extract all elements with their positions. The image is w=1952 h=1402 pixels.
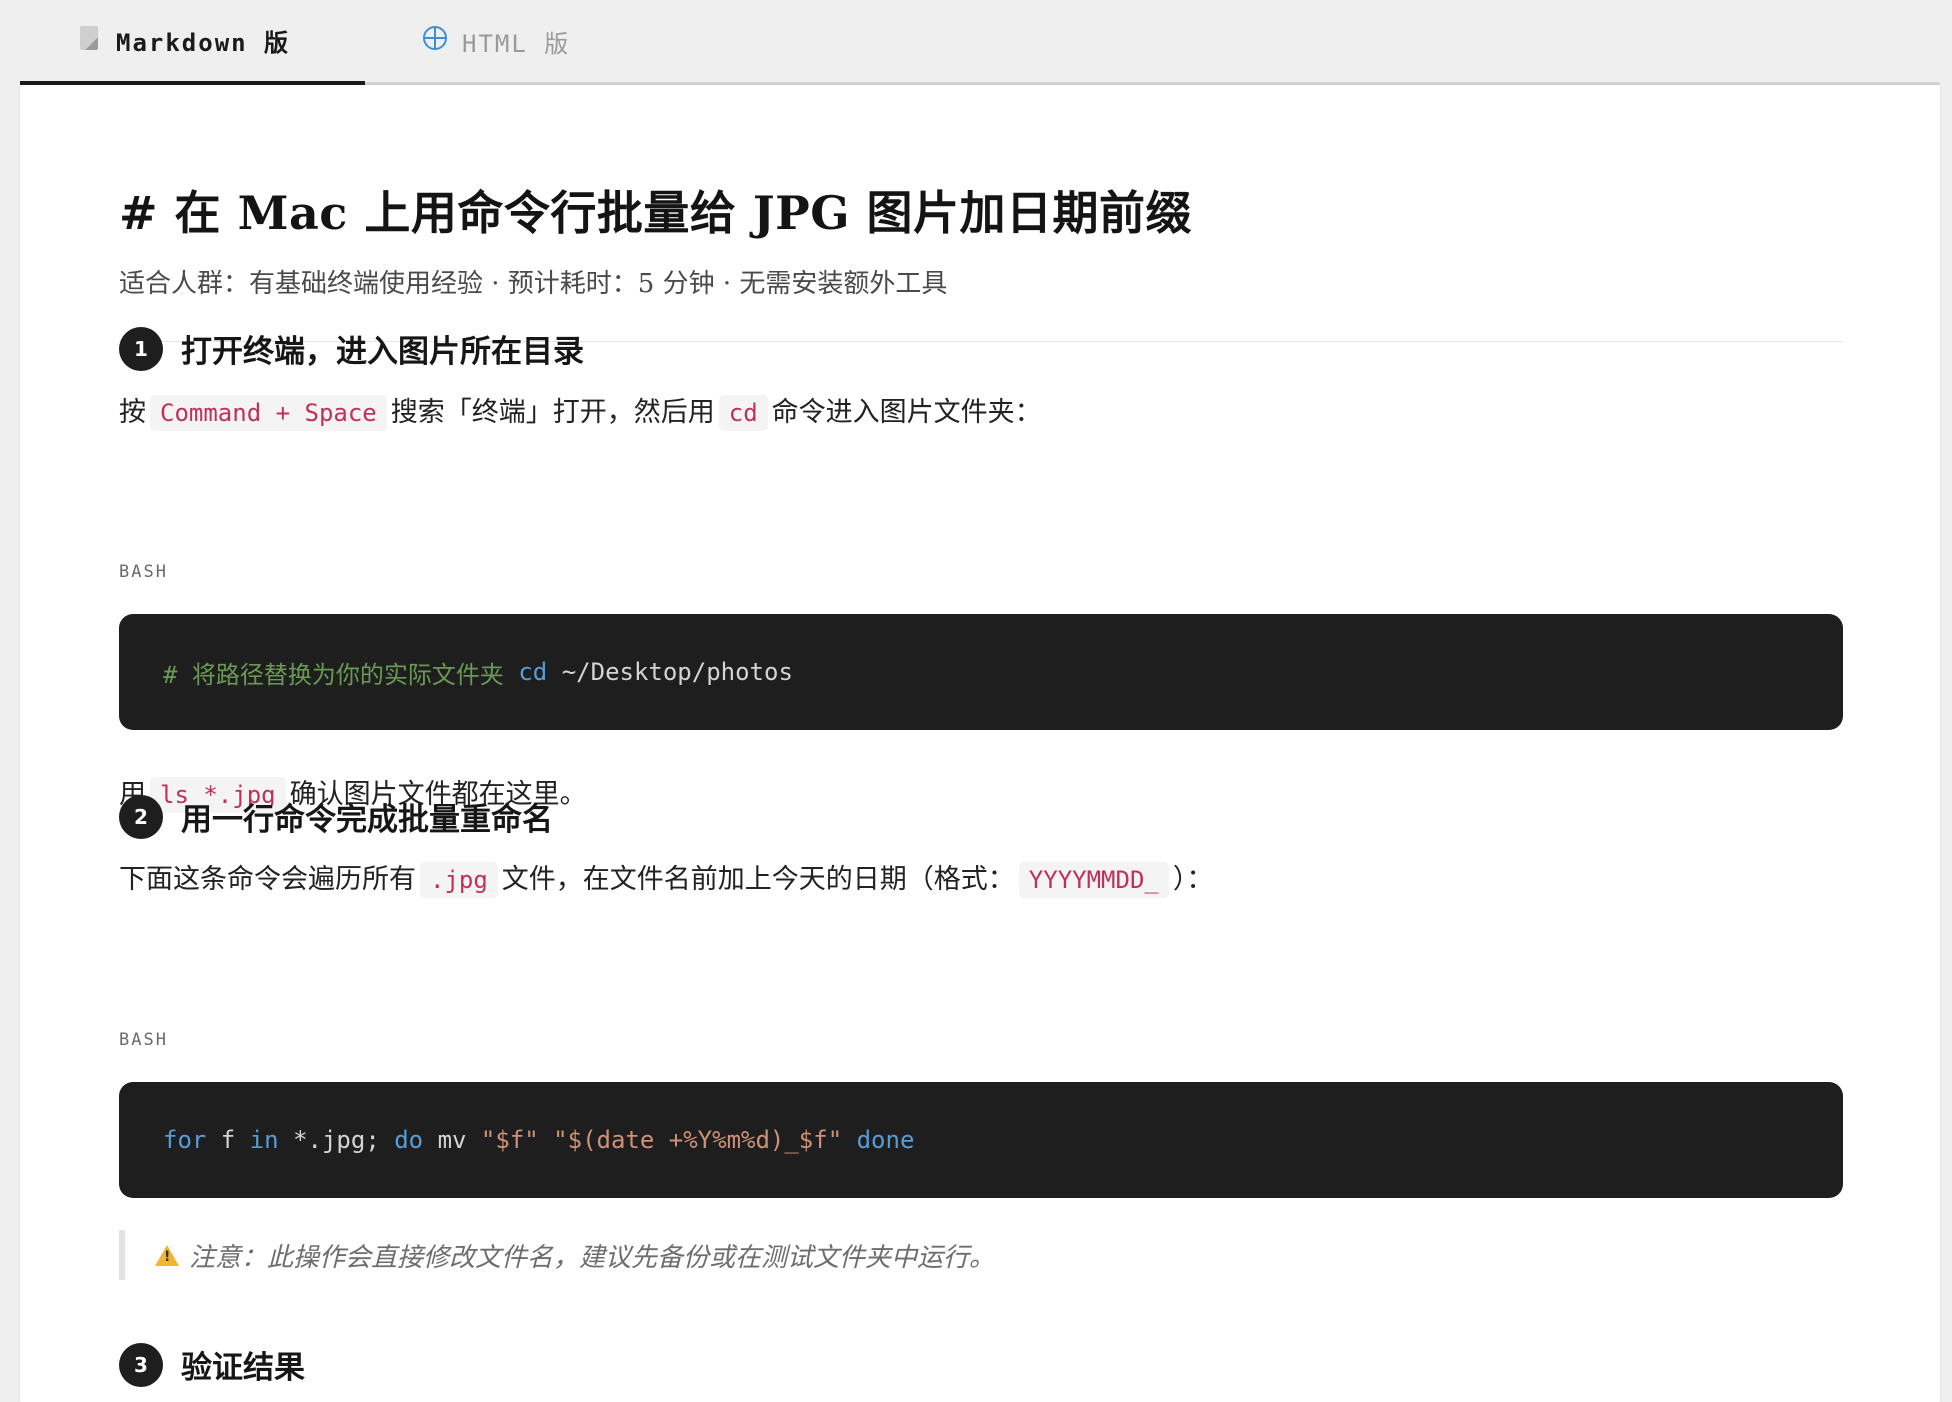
- page-meta: 适合人群：有基础终端使用经验 · 预计耗时：5 分钟 · 无需安装额外工具: [119, 269, 948, 299]
- tab-html-label: HTML 版: [462, 29, 571, 58]
- text: 文件，在文件名前加上今天的日期（格式：: [501, 864, 1015, 895]
- document-icon: [76, 25, 102, 56]
- inline-code: cd: [718, 395, 768, 431]
- code-text: f: [206, 1126, 250, 1154]
- tab-html[interactable]: HTML 版: [422, 0, 570, 82]
- tab-markdown-label: Markdown 版: [116, 29, 291, 57]
- step-number-badge: 2: [119, 794, 163, 839]
- text: ）：: [1172, 864, 1214, 895]
- step-title: 验证结果: [181, 1350, 305, 1386]
- code-text: mv: [423, 1126, 481, 1154]
- step-title: 用一行命令完成批量重命名: [181, 802, 553, 838]
- inline-code: Command + Space: [150, 395, 387, 431]
- step-1-intro: 按 Command + Space 搜索「终端」打开，然后用 cd 命令进入图片文件夹：: [119, 390, 1042, 431]
- globe-icon: [422, 26, 448, 56]
- text: 命令进入图片文件夹：: [771, 397, 1042, 428]
- warning-note: 注意：此操作会直接修改文件名，建议先备份或在测试文件夹中运行。: [119, 1230, 1843, 1280]
- tab-markdown[interactable]: Markdown 版: [20, 0, 365, 85]
- warning-text: 注意：此操作会直接修改文件名，建议先备份或在测试文件夹中运行。: [189, 1242, 996, 1273]
- inline-code: YYYYMMDD_: [1018, 862, 1169, 898]
- text: 按: [119, 397, 146, 428]
- tab-bar: Markdown 版 HTML 版: [20, 0, 1940, 85]
- code-keyword: do: [394, 1126, 424, 1154]
- inline-code: .jpg: [420, 862, 498, 898]
- step-1-heading: 1 打开终端，进入图片所在目录: [119, 326, 584, 371]
- code-string: "$(date +%Y%m%d)_$f": [553, 1126, 843, 1154]
- code-language-label: BASH: [119, 1030, 168, 1050]
- code-block[interactable]: # 将路径替换为你的实际文件夹 cd ~/Desktop/photos: [119, 614, 1843, 730]
- document-page: # 在 Mac 上用命令行批量给 JPG 图片加日期前缀 适合人群：有基础终端使…: [20, 85, 1940, 1402]
- code-keyword: done: [856, 1126, 915, 1154]
- code-comment: # 将路径替换为你的实际文件夹: [163, 660, 504, 689]
- code-string: "$f": [480, 1126, 539, 1154]
- code-keyword: for: [163, 1126, 207, 1154]
- step-2-heading: 2 用一行命令完成批量重命名: [119, 794, 553, 839]
- step-2-intro: 下面这条命令会遍历所有 .jpg 文件，在文件名前加上今天的日期（格式： YYYYMM…: [119, 857, 1214, 898]
- code-keyword: cd: [518, 658, 548, 686]
- step-3-heading: 3 验证结果: [119, 1342, 305, 1387]
- text: 下面这条命令会遍历所有: [119, 864, 416, 895]
- code-keyword: in: [249, 1126, 279, 1154]
- text: 搜索「终端」打开，然后用: [390, 397, 715, 428]
- warning-icon: [155, 1244, 179, 1266]
- code-language-label: BASH: [119, 562, 168, 582]
- step-title: 打开终端，进入图片所在目录: [181, 334, 584, 370]
- code-block[interactable]: for f in *.jpg; do mv "$f" "$(date +%Y%m…: [119, 1082, 1843, 1198]
- page-title: # 在 Mac 上用命令行批量给 JPG 图片加日期前缀: [119, 186, 1192, 240]
- step-number-badge: 3: [119, 1342, 163, 1387]
- step-number-badge: 1: [119, 326, 163, 371]
- code-text: ~/Desktop/photos: [547, 658, 793, 686]
- code-text: *.jpg;: [278, 1126, 395, 1154]
